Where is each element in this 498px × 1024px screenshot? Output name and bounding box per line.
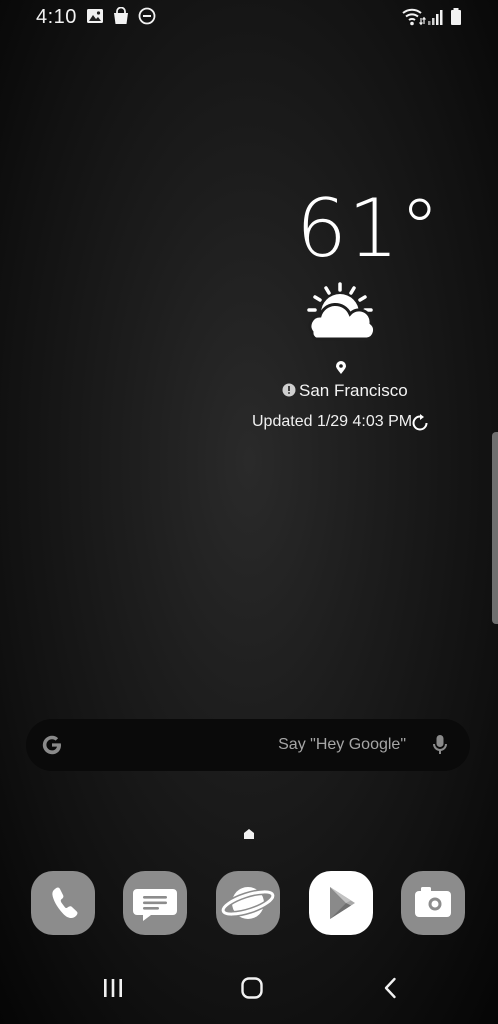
updated-timestamp: Updated 1/29 4:03 PM	[252, 413, 413, 430]
status-time: 4:10	[36, 6, 77, 28]
edge-panel-handle[interactable]	[492, 432, 498, 624]
wifi-icon	[402, 7, 426, 27]
status-bar: 4:10	[0, 0, 498, 36]
dock-app-phone[interactable]	[31, 871, 95, 935]
location-name: San Francisco	[299, 381, 408, 400]
microphone-icon[interactable]	[432, 734, 448, 761]
search-placeholder: Say "Hey Google"	[278, 736, 406, 753]
refresh-icon[interactable]	[411, 414, 429, 437]
do-not-disturb-icon	[138, 7, 156, 27]
location-pin-icon	[335, 361, 347, 380]
dock-app-internet[interactable]	[216, 871, 280, 935]
google-g-icon	[40, 733, 64, 762]
phone-icon	[31, 871, 95, 935]
home-page-indicator-icon	[243, 827, 255, 845]
play-store-icon	[309, 871, 373, 935]
battery-icon	[450, 7, 462, 27]
shopping-bag-icon	[112, 7, 130, 27]
dock-app-camera[interactable]	[401, 871, 465, 935]
planet-browser-icon	[216, 871, 280, 935]
recents-icon	[104, 979, 122, 997]
messages-icon	[123, 871, 187, 935]
home-screen: 4:10 61° San Francisco Updated 1/29 4:03…	[0, 0, 498, 1024]
cellular-signal-icon	[428, 7, 444, 27]
camera-icon	[401, 871, 465, 935]
temperature: 61°	[296, 182, 441, 275]
gallery-icon	[86, 7, 104, 27]
partly-sunny-icon	[304, 282, 376, 349]
back-button[interactable]	[369, 976, 413, 1008]
alert-info-icon	[282, 383, 296, 402]
dock-app-play-store[interactable]	[309, 871, 373, 935]
home-button[interactable]	[230, 976, 274, 1008]
back-chevron-icon	[384, 977, 396, 999]
home-circle-icon	[241, 977, 263, 999]
recents-button[interactable]	[91, 976, 135, 1008]
google-search-bar[interactable]: Say "Hey Google"	[26, 719, 470, 771]
weather-widget[interactable]: 61° San Francisco Updated 1/29 4:03 PM	[240, 185, 450, 445]
dock-app-messages[interactable]	[123, 871, 187, 935]
